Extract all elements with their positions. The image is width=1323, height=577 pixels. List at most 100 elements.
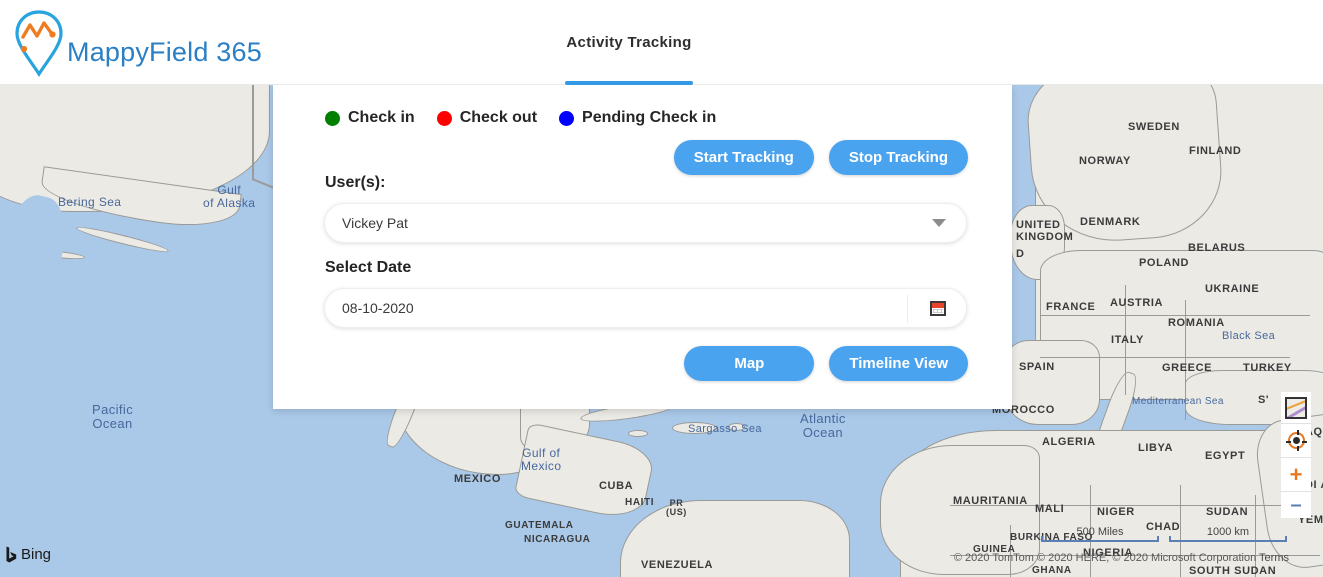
scale-miles-label: 500 Miles: [1076, 526, 1124, 538]
map-place-label: POLAND: [1139, 257, 1190, 269]
map-place-label: ROMANIA: [1168, 317, 1225, 329]
users-select[interactable]: Vickey Pat: [324, 203, 967, 243]
map-place-label: BELARUS: [1188, 242, 1246, 254]
map-place-label: HAITI: [625, 497, 655, 508]
map-place-label: DENMARK: [1080, 216, 1141, 228]
map-place-label: Bering Sea: [58, 195, 122, 209]
map-copyright-text: © 2020 TomTom © 2020 HERE, © 2020 Micros…: [953, 552, 1257, 564]
map-place-label: Pacific Ocean: [92, 402, 134, 431]
map-place-label: MALI: [1035, 503, 1065, 515]
locate-me-button[interactable]: [1281, 424, 1311, 458]
map-place-label: SPAIN: [1019, 361, 1055, 373]
map-place-label: ITALY: [1111, 334, 1144, 346]
select-date-field[interactable]: 08-10-2020: [324, 288, 967, 328]
select-date-label: Select Date: [325, 259, 412, 276]
map-place-label: FINLAND: [1189, 145, 1242, 157]
map-place-label: VENEZUELA: [641, 559, 714, 571]
tab-activity-tracking[interactable]: Activity Tracking: [565, 0, 693, 85]
map-thumbnail-icon: [1285, 396, 1307, 419]
legend-item: Check in: [325, 109, 415, 127]
map-place-label: SOUTH SUDAN: [1189, 565, 1277, 577]
legend-label: Check in: [348, 109, 415, 126]
scale-km-label: 1000 km: [1206, 526, 1250, 538]
map-place-label: LIBYA: [1138, 442, 1173, 454]
legend-item: Pending Check in: [559, 109, 716, 127]
tracking-button-row: Start Tracking Stop Tracking: [673, 140, 968, 175]
map-place-label: UKRAINE: [1205, 283, 1260, 295]
chevron-down-icon[interactable]: [932, 219, 946, 227]
map-place-label: CUBA: [599, 480, 634, 492]
map-place-label: GREECE: [1162, 362, 1213, 374]
map-place-label: EGYPT: [1205, 450, 1246, 462]
map-terms-link[interactable]: Terms: [1259, 552, 1289, 564]
tab-label: Activity Tracking: [566, 34, 692, 51]
map-place-label: Mediterranean Sea: [1132, 396, 1224, 407]
calendar-icon[interactable]: [930, 300, 946, 316]
map-place-label: D: [1016, 248, 1025, 260]
map-place-label: TURKEY: [1243, 362, 1292, 374]
view-button-row: Map Timeline View: [684, 346, 968, 381]
map-place-label: SUDAN: [1206, 506, 1249, 518]
map-place-label: Black Sea: [1222, 330, 1276, 342]
landmass-aleutians: [75, 223, 170, 256]
map-pin-activity-logo-icon: [14, 9, 64, 82]
activity-tracking-screen: Bering Sea Gulf of Alaska Pacific Ocean MEX…: [0, 0, 1323, 577]
status-dot-icon: [325, 110, 340, 126]
border-line: [252, 85, 254, 180]
tab-active-indicator: [565, 81, 693, 85]
status-dot-icon: [559, 110, 575, 126]
map-view-button[interactable]: Map: [684, 346, 815, 381]
brand-logo[interactable]: MappyField 365: [14, 9, 262, 82]
map-style-thumbnail-button[interactable]: [1281, 392, 1311, 424]
map-place-label: NIGER: [1097, 506, 1135, 518]
start-tracking-button[interactable]: Start Tracking: [673, 140, 814, 175]
zoom-out-button[interactable]: –: [1281, 492, 1311, 518]
map-place-label: Sargasso Sea: [688, 423, 762, 435]
map-place-label: GUATEMALA: [505, 520, 574, 531]
map-controls: + –: [1281, 392, 1311, 518]
water-red-sea: [0, 562, 52, 577]
map-place-label: ALGERIA: [1042, 436, 1096, 448]
status-legend: Check in Check out Pending Check in: [325, 109, 738, 127]
zoom-in-button[interactable]: +: [1281, 458, 1311, 492]
map-place-label: GHANA: [1032, 565, 1072, 576]
map-place-label: NICARAGUA: [524, 534, 591, 545]
map-place-label: FRANCE: [1046, 301, 1096, 313]
water-north-sea: [0, 325, 90, 420]
map-place-label: Atlantic Ocean: [800, 411, 846, 440]
map-place-label: Gulf of Mexico: [521, 446, 562, 473]
map-place-label: MEXICO: [454, 473, 501, 485]
map-place-label: UNITED KINGDOM: [1016, 219, 1074, 243]
map-place-label: Gulf of Alaska: [203, 183, 256, 210]
border-line: [1040, 315, 1310, 316]
activity-tracking-panel: Check in Check out Pending Check in Start …: [273, 85, 1012, 409]
users-field-label: User(s):: [325, 174, 386, 191]
map-place-label: NORWAY: [1079, 155, 1131, 167]
date-divider: [907, 295, 908, 323]
minus-icon: –: [1290, 494, 1302, 516]
map-place-label: PR (US): [666, 498, 687, 518]
map-place-label: MAURITANIA: [953, 495, 1028, 507]
border-line: [1040, 357, 1290, 358]
locate-crosshair-icon: [1285, 430, 1307, 451]
bing-logo-label: Bing: [21, 546, 52, 563]
map-place-label: S': [1258, 394, 1270, 406]
bing-logo[interactable]: Bing: [6, 546, 51, 563]
map-place-label: SWEDEN: [1128, 121, 1180, 133]
users-selected-value: Vickey Pat: [342, 215, 408, 231]
landmass-jamaica: [628, 430, 648, 437]
status-dot-icon: [436, 110, 452, 126]
app-header: MappyField 365 Activity Tracking: [0, 0, 1323, 85]
select-date-value[interactable]: 08-10-2020: [325, 300, 930, 316]
map-place-label: AUSTRIA: [1110, 297, 1164, 309]
stop-tracking-button[interactable]: Stop Tracking: [828, 140, 968, 175]
map-attribution: © 2020 TomTom © 2020 HERE, © 2020 Micros…: [954, 552, 1289, 564]
brand-name-label: MappyField 365: [67, 37, 262, 67]
legend-item: Check out: [436, 109, 537, 127]
plus-icon: +: [1289, 461, 1303, 487]
map-place-label: CHAD: [1146, 521, 1181, 533]
map-scale-bar: 500 Miles 1000 km: [1041, 526, 1287, 542]
timeline-view-button[interactable]: Timeline View: [829, 346, 968, 381]
legend-label: Pending Check in: [582, 109, 717, 126]
bing-mark-icon: [6, 546, 17, 563]
